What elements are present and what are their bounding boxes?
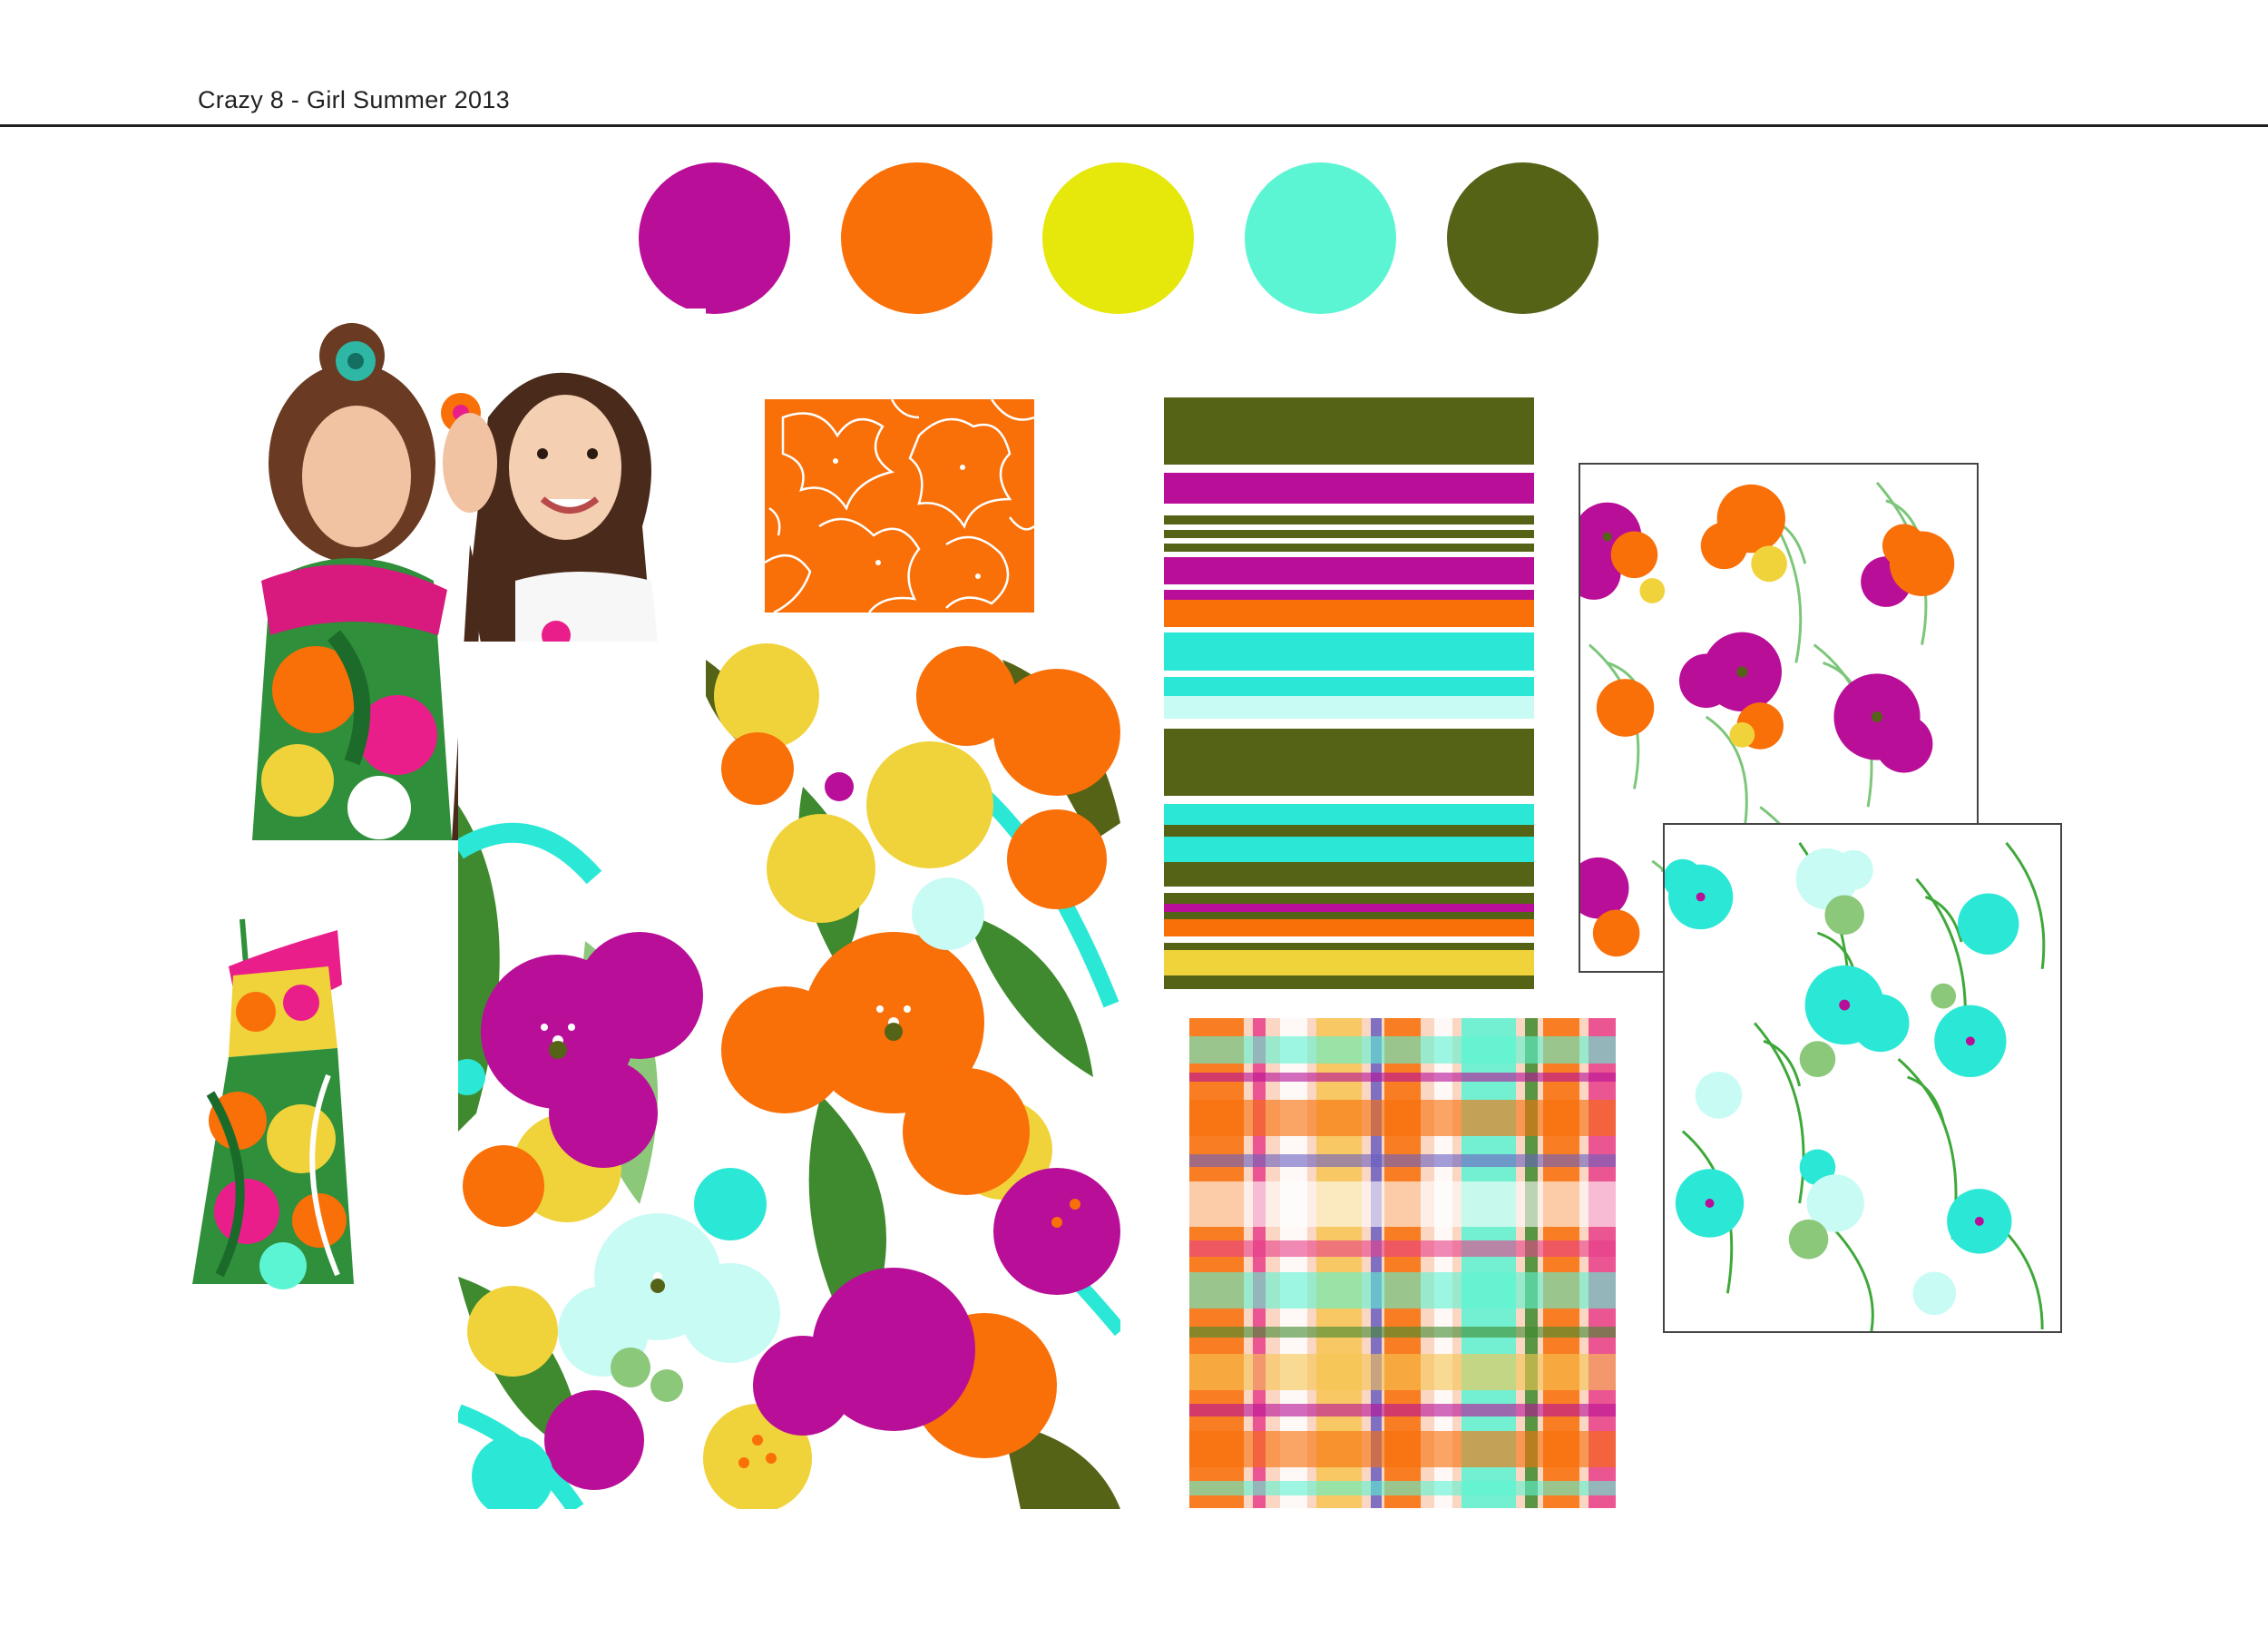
stripe-band (1164, 530, 1534, 538)
stripe-band (1164, 803, 1534, 826)
stripe-band (1164, 590, 1534, 600)
palette-swatch-magenta (639, 162, 790, 314)
photo-floral-dress (192, 912, 354, 1291)
stripe-band (1164, 676, 1534, 696)
print-madras-plaid (1189, 1018, 1616, 1508)
stripe-band (1164, 796, 1534, 804)
stripe-band (1164, 942, 1534, 951)
palette-swatch-orange (841, 162, 992, 314)
stripe-band (1164, 515, 1534, 525)
stripe-band (1164, 892, 1534, 905)
stripe-band (1164, 397, 1534, 466)
page-title: Crazy 8 - Girl Summer 2013 (198, 86, 510, 113)
stripe-band (1164, 975, 1534, 989)
print-aqua-floral (1663, 823, 2062, 1333)
stripe-band (1164, 719, 1534, 730)
stripe-band (1164, 911, 1534, 920)
stripe-band (1164, 825, 1534, 837)
stripe-stack (1164, 397, 1534, 989)
header-rule (0, 124, 2268, 127)
stripe-band (1164, 837, 1534, 862)
stripe-band (1164, 465, 1534, 473)
stripe-band (1164, 599, 1534, 627)
stripe-band (1164, 557, 1534, 584)
stripe-band (1164, 919, 1534, 937)
palette-swatch-yellow (1042, 162, 1194, 314)
print-multicolor-stripe (1164, 397, 1534, 989)
stripe-band (1164, 544, 1534, 552)
print-orange-line-floral (765, 399, 1034, 613)
stripe-band (1164, 861, 1534, 887)
palette-swatch-olive (1447, 162, 1598, 314)
stripe-band (1164, 503, 1534, 515)
stripe-band (1164, 904, 1534, 912)
stripe-band (1164, 696, 1534, 720)
stripe-band (1164, 632, 1534, 671)
palette-swatch-aqua (1245, 162, 1396, 314)
stripe-band (1164, 950, 1534, 975)
stripe-band (1164, 472, 1534, 504)
stripe-band (1164, 729, 1534, 797)
print-large-tropical-floral (458, 642, 1120, 1509)
